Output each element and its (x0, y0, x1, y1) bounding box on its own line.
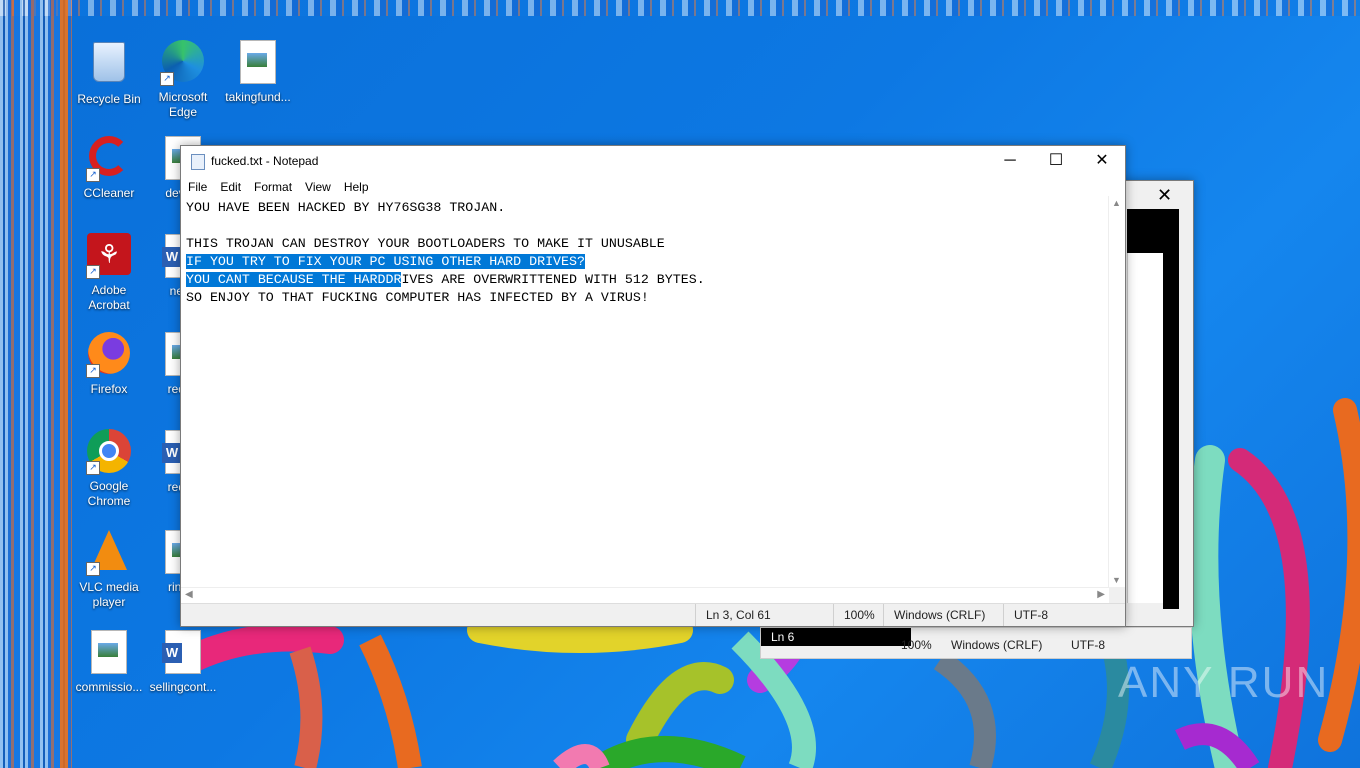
status-encoding: UTF-8 (1071, 638, 1105, 652)
desktop-icon-label: Microsoft Edge (158, 90, 208, 119)
desktop-icon-label: Firefox (90, 382, 128, 396)
firefox-icon: ↗ (86, 332, 132, 378)
menu-view[interactable]: View (298, 176, 337, 194)
desktop-icon-label: takingfund... (225, 90, 291, 104)
status-position: Ln 3, Col 61 (695, 604, 834, 626)
desktop-icon-google-chrome[interactable]: ↗ Google Chrome (72, 428, 146, 509)
scroll-up-icon[interactable]: ▲ (1112, 198, 1121, 208)
glitch-block (1127, 209, 1167, 253)
status-zoom: 100% (833, 604, 884, 626)
word-document-icon: W (160, 630, 206, 676)
desktop-icon-label: Recycle Bin (77, 92, 141, 106)
scrollbar-corner (1109, 587, 1125, 603)
shortcut-arrow-icon: ↗ (86, 562, 100, 576)
status-zoom: 100% (901, 638, 932, 652)
scroll-left-icon[interactable]: ◀ (185, 589, 193, 600)
desktop-icon-label: sellingcont... (149, 680, 217, 694)
notepad-window[interactable]: fucked.txt - Notepad ─ ☐ ✕ File Edit Forma… (180, 145, 1126, 627)
text-line-5-selected: YOU CANT BECAUSE THE HARDDR (186, 272, 402, 287)
desktop-icon-commissio[interactable]: commissio... (72, 628, 146, 695)
shortcut-arrow-icon: ↗ (86, 461, 100, 475)
status-position: Ln 6 (761, 628, 911, 646)
menu-format[interactable]: Format (247, 176, 298, 194)
minimize-button[interactable]: ─ (987, 146, 1033, 176)
background-scrollbar[interactable] (1163, 209, 1179, 609)
chrome-icon: ↗ (86, 429, 132, 475)
desktop-icon-microsoft-edge[interactable]: ↗ Microsoft Edge (146, 38, 220, 120)
desktop-icon-sellingcont[interactable]: W sellingcont... (146, 628, 220, 695)
shortcut-arrow-icon: ↗ (86, 364, 100, 378)
scroll-right-icon[interactable]: ▶ (1097, 589, 1105, 600)
desktop-icon-label: CCleaner (83, 186, 135, 200)
background-status-bar: Ln 6 100% Windows (CRLF) UTF-8 (760, 627, 1192, 659)
desktop-icon-ccleaner[interactable]: ↗ CCleaner (72, 134, 146, 201)
desktop-icon-adobe-acrobat[interactable]: ⚘ ↗ Adobe Acrobat (72, 232, 146, 313)
notepad-icon (191, 154, 205, 170)
close-icon[interactable]: ✕ (1157, 185, 1172, 206)
desktop-icon-label: VLC media player (79, 580, 139, 609)
desktop-icon-firefox[interactable]: ↗ Firefox (72, 330, 146, 397)
image-file-icon (235, 40, 281, 86)
anyrun-watermark: ANY RUN (1118, 658, 1330, 707)
desktop-icon-recycle-bin[interactable]: Recycle Bin (72, 38, 146, 107)
status-bar: Ln 3, Col 61 100% Windows (CRLF) UTF-8 (181, 603, 1125, 626)
menu-help[interactable]: Help (337, 176, 375, 194)
text-line-5-rest: IVES ARE OVERWRITTENED WITH 512 BYTES. (401, 272, 705, 287)
horizontal-scrollbar[interactable]: ◀ ▶ (181, 587, 1109, 604)
status-line-ending: Windows (CRLF) (883, 604, 1004, 626)
desktop-icon-label: Google Chrome (87, 479, 131, 508)
menu-bar: File Edit Format View Help (181, 176, 1125, 196)
menu-file[interactable]: File (181, 176, 213, 194)
edge-icon: ↗ (160, 40, 206, 86)
text-line-3: THIS TROJAN CAN DESTROY YOUR BOOTLOADERS… (186, 236, 665, 251)
text-editor[interactable]: YOU HAVE BEEN HACKED BY HY76SG38 TROJAN.… (181, 196, 1109, 587)
maximize-button[interactable]: ☐ (1033, 146, 1079, 176)
shortcut-arrow-icon: ↗ (86, 168, 100, 182)
close-button[interactable]: ✕ (1079, 146, 1125, 176)
vertical-scrollbar[interactable]: ▲ ▼ (1108, 196, 1125, 587)
adobe-acrobat-icon: ⚘ ↗ (86, 233, 132, 279)
text-line-6: SO ENJOY TO THAT FUCKING COMPUTER HAS IN… (186, 290, 649, 305)
desktop-icon-takingfund[interactable]: takingfund... (221, 38, 295, 105)
vlc-cone-icon: ↗ (86, 530, 132, 576)
desktop-icon-label: commissio... (75, 680, 143, 694)
status-line-ending: Windows (CRLF) (951, 638, 1043, 652)
image-file-icon (86, 630, 132, 676)
shortcut-arrow-icon: ↗ (86, 265, 100, 279)
title-bar[interactable]: fucked.txt - Notepad ─ ☐ ✕ (181, 146, 1125, 176)
text-line-4-selected: IF YOU TRY TO FIX YOUR PC USING OTHER HA… (186, 254, 585, 269)
shortcut-arrow-icon: ↗ (160, 72, 174, 86)
background-editor[interactable] (1127, 253, 1164, 603)
desktop: Recycle Bin ↗ Microsoft Edge takingfund.… (0, 0, 1360, 768)
text-line-1: YOU HAVE BEEN HACKED BY HY76SG38 TROJAN. (186, 200, 506, 215)
desktop-icon-label: Adobe Acrobat (88, 283, 130, 312)
desktop-icon-vlc[interactable]: ↗ VLC media player (72, 528, 146, 610)
status-encoding: UTF-8 (1003, 604, 1114, 626)
window-title: fucked.txt - Notepad (211, 154, 319, 168)
scroll-down-icon[interactable]: ▼ (1112, 575, 1121, 585)
ccleaner-icon: ↗ (86, 136, 132, 182)
recycle-bin-icon (86, 42, 132, 88)
menu-edit[interactable]: Edit (213, 176, 247, 194)
